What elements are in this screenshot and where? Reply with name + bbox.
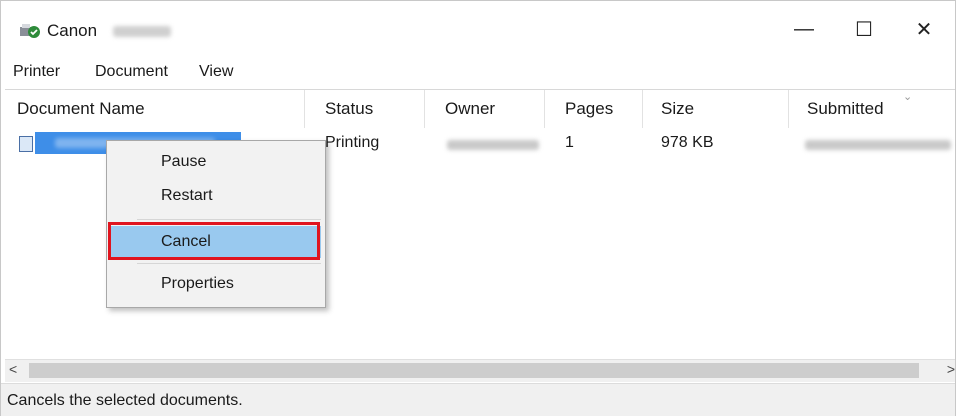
menu-view[interactable]: View <box>199 63 233 81</box>
column-pages[interactable]: Pages <box>553 90 643 128</box>
title-bar[interactable]: Canon — ☐ ✕ <box>1 1 955 57</box>
sort-indicator-icon: ⌄ <box>903 91 913 103</box>
scroll-right-icon[interactable]: > <box>947 361 955 377</box>
menu-item-label: Pause <box>161 153 207 170</box>
row-size: 978 KB <box>661 134 714 151</box>
cancel-highlight-callout <box>108 222 320 260</box>
scrollbar-thumb[interactable] <box>29 363 919 378</box>
horizontal-scrollbar[interactable]: < > <box>5 359 955 382</box>
document-icon <box>19 136 33 152</box>
column-document-name[interactable]: Document Name <box>5 90 305 128</box>
minimize-button[interactable]: — <box>781 7 827 51</box>
redacted-owner <box>447 140 539 150</box>
menu-item-properties[interactable]: Properties <box>107 269 325 299</box>
window-title: Canon <box>47 21 98 40</box>
menu-item-restart[interactable]: Restart <box>107 181 325 211</box>
column-status[interactable]: Status <box>313 90 425 128</box>
redacted-printer-model <box>113 26 171 37</box>
close-button[interactable]: ✕ <box>901 7 947 51</box>
menu-separator <box>137 263 321 264</box>
menu-printer[interactable]: Printer <box>13 63 60 81</box>
menu-item-label: Properties <box>161 275 234 292</box>
row-pages: 1 <box>565 134 574 151</box>
column-owner[interactable]: Owner <box>433 90 545 128</box>
menu-document[interactable]: Document <box>95 63 168 81</box>
menu-item-pause[interactable]: Pause <box>107 147 325 177</box>
maximize-button[interactable]: ☐ <box>841 7 887 51</box>
row-status: Printing <box>325 134 380 151</box>
menu-separator <box>137 219 321 220</box>
menu-bar: Printer Document View <box>1 59 955 87</box>
status-bar: Cancels the selected documents. <box>1 383 955 416</box>
redacted-submitted <box>805 140 951 150</box>
printer-icon <box>20 24 40 38</box>
menu-item-label: Restart <box>161 187 213 204</box>
status-text: Cancels the selected documents. <box>7 392 243 409</box>
scroll-left-icon[interactable]: < <box>9 361 17 377</box>
column-size[interactable]: Size <box>649 90 789 128</box>
column-submitted[interactable]: Submitted <box>795 90 956 128</box>
